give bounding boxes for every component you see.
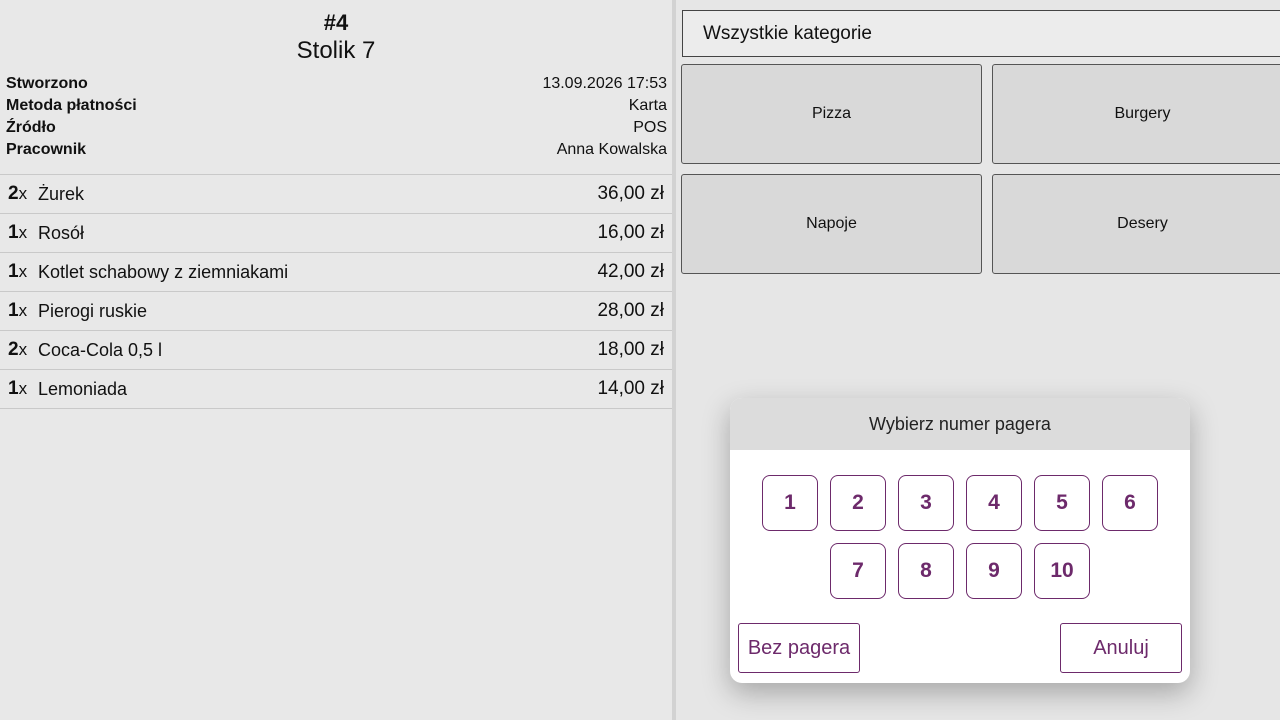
pager-number-button-6[interactable]: 6 (1102, 475, 1158, 531)
pager-number-button-2[interactable]: 2 (830, 475, 886, 531)
order-item-row[interactable]: 1x Rosół 16,00 zł (0, 214, 672, 253)
pager-number-button-7[interactable]: 7 (830, 543, 886, 599)
item-quantity: 2x (8, 339, 28, 360)
item-price: 36,00 zł (597, 183, 664, 204)
meta-row-employee: Pracownik Anna Kowalska (6, 139, 667, 161)
meta-label: Stworzono (6, 75, 88, 92)
item-price: 14,00 zł (597, 378, 664, 399)
pager-number-button-10[interactable]: 10 (1034, 543, 1090, 599)
order-item-row[interactable]: 2x Coca-Cola 0,5 l 18,00 zł (0, 331, 672, 370)
meta-label: Metoda płatności (6, 97, 137, 114)
category-button-pizza[interactable]: Pizza (681, 64, 982, 164)
order-panel: #4 Stolik 7 Stworzono 13.09.2026 17:53 M… (0, 0, 672, 720)
category-select[interactable]: Wszystkie kategorie (682, 10, 1280, 57)
meta-label: Źródło (6, 119, 56, 136)
pager-number-button-3[interactable]: 3 (898, 475, 954, 531)
pager-modal: Wybierz numer pagera 1 2 3 4 5 6 7 8 9 1… (730, 398, 1190, 683)
item-name: Pierogi ruskie (38, 300, 148, 321)
item-quantity: 1x (8, 261, 28, 282)
pager-number-button-4[interactable]: 4 (966, 475, 1022, 531)
item-price: 18,00 zł (597, 339, 664, 360)
item-name: Kotlet schabowy z ziemniakami (38, 261, 289, 282)
pager-number-button-5[interactable]: 5 (1034, 475, 1090, 531)
meta-row-payment-method: Metoda płatności Karta (6, 95, 667, 117)
order-items-list: 2x Żurek 36,00 zł 1x Rosół 16,00 zł 1x K… (0, 174, 672, 409)
item-name: Coca-Cola 0,5 l (38, 339, 163, 360)
pager-modal-title: Wybierz numer pagera (730, 398, 1190, 450)
pager-number-button-8[interactable]: 8 (898, 543, 954, 599)
order-item-row[interactable]: 1x Kotlet schabowy z ziemniakami 42,00 z… (0, 253, 672, 292)
category-button-desery[interactable]: Desery (992, 174, 1280, 274)
item-price: 16,00 zł (597, 222, 664, 243)
item-name: Rosół (38, 222, 85, 243)
item-name: Lemoniada (38, 378, 128, 399)
panel-divider (672, 0, 676, 720)
item-quantity: 1x (8, 300, 28, 321)
meta-row-source: Źródło POS (6, 117, 667, 139)
item-price: 28,00 zł (597, 300, 664, 321)
item-price: 42,00 zł (597, 261, 664, 282)
meta-value: Anna Kowalska (556, 141, 667, 158)
order-meta: Stworzono 13.09.2026 17:53 Metoda płatno… (6, 73, 667, 161)
item-quantity: 1x (8, 378, 28, 399)
meta-value: POS (633, 119, 667, 136)
pager-number-button-9[interactable]: 9 (966, 543, 1022, 599)
category-button-burgery[interactable]: Burgery (992, 64, 1280, 164)
order-item-row[interactable]: 1x Lemoniada 14,00 zł (0, 370, 672, 409)
cancel-button[interactable]: Anuluj (1060, 623, 1182, 673)
order-table-name: Stolik 7 (296, 37, 376, 64)
order-number: #4 (323, 10, 349, 35)
meta-value: 13.09.2026 17:53 (542, 75, 667, 92)
order-item-row[interactable]: 2x Żurek 36,00 zł (0, 175, 672, 214)
pager-number-button-1[interactable]: 1 (762, 475, 818, 531)
no-pager-button[interactable]: Bez pagera (738, 623, 860, 673)
category-button-napoje[interactable]: Napoje (681, 174, 982, 274)
order-item-row[interactable]: 1x Pierogi ruskie 28,00 zł (0, 292, 672, 331)
meta-label: Pracownik (6, 141, 87, 158)
item-name: Żurek (38, 183, 85, 204)
meta-row-created: Stworzono 13.09.2026 17:53 (6, 73, 667, 95)
meta-value: Karta (628, 97, 667, 114)
item-quantity: 2x (8, 183, 28, 204)
item-quantity: 1x (8, 222, 28, 243)
